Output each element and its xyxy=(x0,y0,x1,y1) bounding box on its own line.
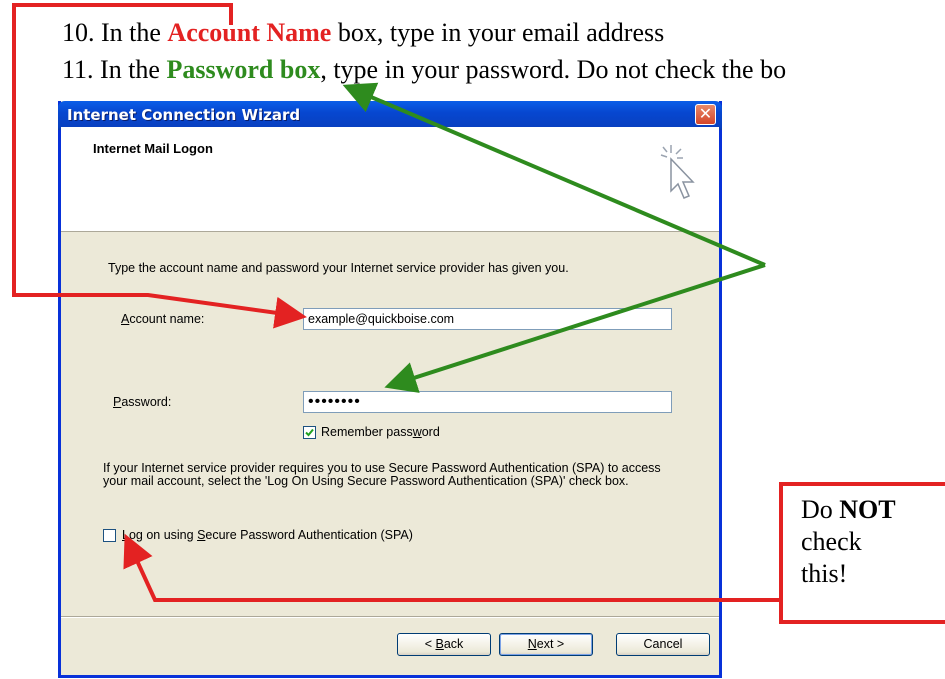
header-panel: Internet Mail Logon xyxy=(61,127,719,232)
password-field[interactable]: •••••••• xyxy=(303,391,672,413)
spa-checkbox-label[interactable]: Log on using Secure Password Authenticat… xyxy=(122,528,413,542)
footer-separator xyxy=(61,616,719,618)
do-not-check-callout: Do NOT check this! xyxy=(779,482,945,624)
page-heading: Internet Mail Logon xyxy=(93,141,213,156)
instruction-step-11: 11. In the Password box, type in your pa… xyxy=(62,55,945,85)
close-icon: ✕ xyxy=(698,104,713,123)
wizard-cursor-icon xyxy=(660,145,695,199)
remember-password-label[interactable]: Remember password xyxy=(321,425,440,439)
spa-explanation-text: If your Internet service provider requir… xyxy=(103,461,661,488)
checkmark-icon xyxy=(305,428,314,437)
spa-checkbox[interactable] xyxy=(103,529,116,542)
instruction-text: , type in your password. Do not check th… xyxy=(320,55,787,84)
window-title: Internet Connection Wizard xyxy=(67,106,301,124)
account-name-highlight: Account Name xyxy=(167,18,332,47)
instruction-text: box, type in your email address xyxy=(331,18,665,47)
close-button[interactable]: ✕ xyxy=(695,104,716,125)
internet-connection-wizard-dialog: Internet Connection Wizard ✕ Internet Ma… xyxy=(58,101,722,678)
next-button[interactable]: Next > xyxy=(499,633,593,656)
instruction-text: 11. In the xyxy=(62,55,167,84)
back-button[interactable]: < Back xyxy=(397,633,491,656)
callout-line-3: this! xyxy=(801,559,848,588)
account-name-label: Account name: xyxy=(121,312,205,326)
title-bar[interactable]: Internet Connection Wizard ✕ xyxy=(58,101,722,130)
password-label: Password: xyxy=(113,395,172,409)
account-name-field[interactable]: example@quickboise.com xyxy=(303,308,672,330)
callout-line-1: Do NOT xyxy=(801,495,896,524)
instruction-text: 10. In the xyxy=(62,18,168,47)
remember-password-checkbox[interactable] xyxy=(303,426,316,439)
password-box-highlight: Password box xyxy=(166,55,321,84)
instruction-step-10: 10. In the Account Name box, type in you… xyxy=(62,18,664,48)
cancel-button[interactable]: Cancel xyxy=(616,633,710,656)
instructions-text: Type the account name and password your … xyxy=(108,261,569,275)
callout-line-2: check xyxy=(801,527,862,556)
